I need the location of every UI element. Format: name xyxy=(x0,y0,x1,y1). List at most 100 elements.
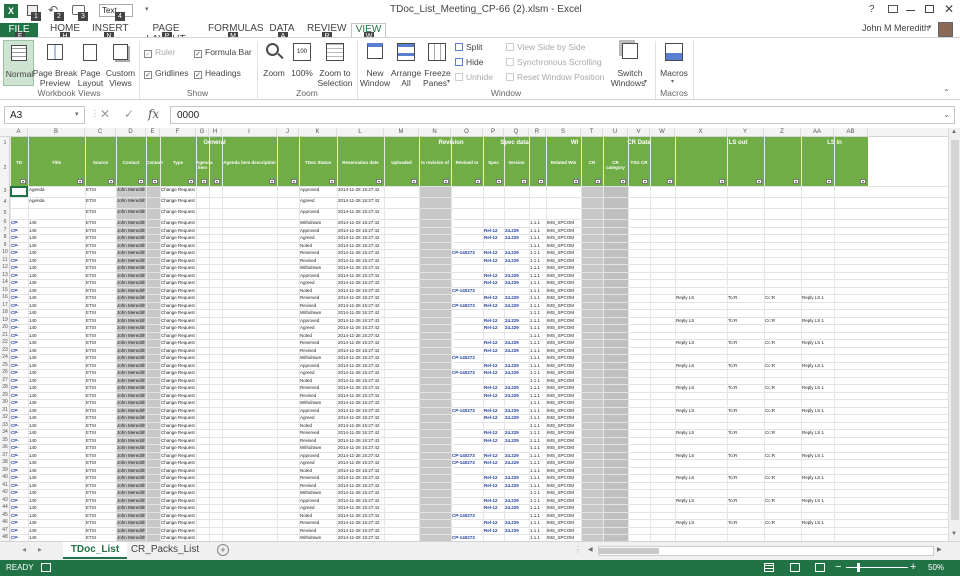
scroll-up-icon[interactable]: ▲ xyxy=(951,129,957,135)
row-header[interactable]: 5 xyxy=(0,208,10,219)
ruler-checkbox[interactable]: ✓ Ruler xyxy=(144,47,175,58)
page-break-button[interactable]: Page Break Preview xyxy=(33,40,77,88)
row-header[interactable]: 4 xyxy=(0,197,10,208)
row-header[interactable]: 7 xyxy=(0,227,10,235)
hscroll-left-icon[interactable]: ◀ xyxy=(588,546,593,553)
row-header[interactable]: 14 xyxy=(0,279,10,287)
normal-button[interactable]: Normal xyxy=(3,40,34,86)
scroll-thumb[interactable] xyxy=(951,140,959,520)
column-header[interactable]: T xyxy=(581,128,603,137)
custom-views-button[interactable]: Custom Views xyxy=(105,40,136,88)
column-header[interactable]: Y xyxy=(727,128,764,137)
sheet-next-icon[interactable]: ▸ xyxy=(38,545,42,554)
formula-expand-icon[interactable]: ⌄ xyxy=(943,110,950,119)
row-header[interactable]: 29 xyxy=(0,392,10,400)
column-header[interactable]: A xyxy=(10,128,28,137)
column-header[interactable]: I xyxy=(222,128,277,137)
column-header[interactable]: X xyxy=(675,128,727,137)
excel-icon[interactable]: X xyxy=(4,4,18,18)
qat-customize-icon[interactable]: ▾ xyxy=(145,5,149,13)
filter-dropdown-icon[interactable]: ▾ xyxy=(719,179,725,184)
insert-function-icon[interactable]: fx xyxy=(148,107,159,121)
column-header[interactable]: H xyxy=(209,128,222,137)
row-header[interactable]: 6 xyxy=(0,219,10,227)
column-header[interactable]: K xyxy=(299,128,337,137)
row-header[interactable]: 40 xyxy=(0,474,10,482)
scroll-down-icon[interactable]: ▼ xyxy=(951,531,957,537)
zoom-slider[interactable] xyxy=(846,563,908,572)
filter-dropdown-icon[interactable]: ▾ xyxy=(269,179,275,184)
row-header[interactable]: 37 xyxy=(0,452,10,460)
row-header[interactable]: 9 xyxy=(0,242,10,250)
filter-dropdown-icon[interactable]: ▾ xyxy=(411,179,417,184)
filter-dropdown-icon[interactable]: ▾ xyxy=(860,179,866,184)
zoom-100-button[interactable]: 100 100% xyxy=(289,40,315,86)
filter-dropdown-icon[interactable]: ▾ xyxy=(793,179,799,184)
sync-scroll-button[interactable]: Synchronous Scrolling xyxy=(506,57,602,67)
row-header[interactable]: 30 xyxy=(0,399,10,407)
column-header[interactable]: P xyxy=(483,128,504,137)
filter-dropdown-icon[interactable]: ▾ xyxy=(443,179,449,184)
filter-dropdown-icon[interactable]: ▾ xyxy=(138,179,144,184)
filter-dropdown-icon[interactable]: ▾ xyxy=(20,179,26,184)
filter-dropdown-icon[interactable]: ▾ xyxy=(214,179,220,184)
row-header[interactable]: 43 xyxy=(0,497,10,505)
column-header[interactable]: O xyxy=(451,128,483,137)
zoom-slider-thumb[interactable] xyxy=(857,563,860,572)
row-header[interactable]: 25 xyxy=(0,362,10,370)
column-header[interactable]: F xyxy=(160,128,196,137)
row-header[interactable]: 38 xyxy=(0,459,10,467)
filter-dropdown-icon[interactable]: ▾ xyxy=(329,179,335,184)
unhide-button[interactable]: Unhide xyxy=(455,72,493,82)
column-header[interactable]: Q xyxy=(504,128,529,137)
row-header[interactable]: 13 xyxy=(0,272,10,280)
row-header[interactable]: 18 xyxy=(0,309,10,317)
row-header[interactable]: 41 xyxy=(0,482,10,490)
cancel-icon[interactable]: ✕ xyxy=(100,107,110,121)
reset-position-button[interactable]: Reset Window Position xyxy=(506,72,604,82)
tab-split-dots-icon[interactable]: ⋮ xyxy=(574,545,582,554)
column-header[interactable]: W xyxy=(650,128,675,137)
column-header[interactable]: M xyxy=(384,128,419,137)
ribbon-display-icon[interactable] xyxy=(888,5,898,13)
row-header[interactable]: 12 xyxy=(0,264,10,272)
filter-dropdown-icon[interactable]: ▾ xyxy=(475,179,481,184)
column-header[interactable]: N xyxy=(419,128,451,137)
filter-dropdown-icon[interactable]: ▾ xyxy=(496,179,502,184)
row-header[interactable]: 24 xyxy=(0,354,10,362)
user-name[interactable]: John M Meredith xyxy=(862,23,929,33)
zoom-selection-button[interactable]: Zoom to Selection xyxy=(316,40,354,88)
sheet-prev-icon[interactable]: ◂ xyxy=(22,545,26,554)
page-break-status-icon[interactable] xyxy=(815,563,825,572)
avatar[interactable] xyxy=(938,22,953,37)
normal-view-status-icon[interactable] xyxy=(764,563,774,572)
row-header[interactable]: 46 xyxy=(0,519,10,527)
row-header[interactable]: 8 xyxy=(0,234,10,242)
page-layout-status-icon[interactable] xyxy=(790,563,800,572)
gridlines-checkbox[interactable]: ✓ Gridlines xyxy=(144,68,189,79)
row-header[interactable]: 10 xyxy=(0,249,10,257)
row-header[interactable]: 32 xyxy=(0,414,10,422)
macro-record-icon[interactable] xyxy=(41,563,51,572)
row-header[interactable]: 16 xyxy=(0,294,10,302)
row-header[interactable]: 19 xyxy=(0,317,10,325)
zoom-level[interactable]: 50% xyxy=(928,563,944,572)
zoom-in-icon[interactable]: + xyxy=(910,561,916,573)
row-header[interactable]: 36 xyxy=(0,444,10,452)
name-box[interactable]: A3 ▾ xyxy=(4,106,85,124)
hide-button[interactable]: Hide xyxy=(455,57,483,67)
row-header[interactable]: 21 xyxy=(0,332,10,340)
column-header[interactable]: R xyxy=(529,128,546,137)
add-sheet-icon[interactable]: + xyxy=(217,544,229,556)
row-header[interactable]: 27 xyxy=(0,377,10,385)
close-icon[interactable]: ✕ xyxy=(944,2,954,16)
filter-dropdown-icon[interactable]: ▾ xyxy=(595,179,601,184)
column-header[interactable]: C xyxy=(85,128,116,137)
new-window-button[interactable]: New Window xyxy=(360,40,390,88)
filter-dropdown-icon[interactable]: ▾ xyxy=(756,179,762,184)
column-header[interactable]: G xyxy=(196,128,209,137)
row-header[interactable]: 42 xyxy=(0,489,10,497)
minimize-icon[interactable] xyxy=(906,10,915,11)
filter-dropdown-icon[interactable]: ▾ xyxy=(77,179,83,184)
row-header[interactable]: 2 xyxy=(0,150,10,186)
